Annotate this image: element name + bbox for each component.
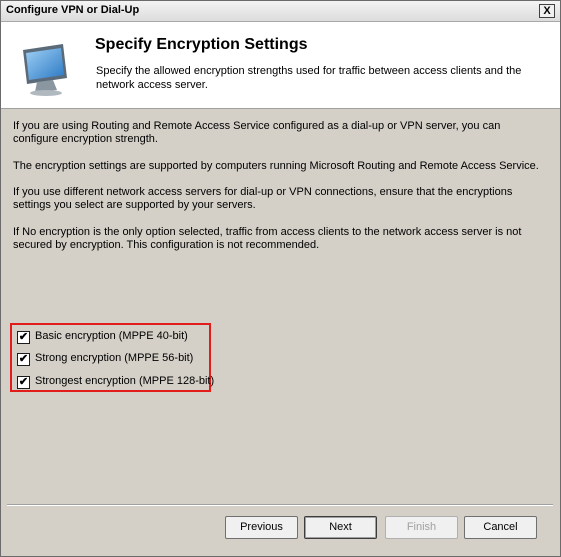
strongest-encryption-label: Strongest encryption (MPPE 128-bit): [35, 375, 215, 387]
info-paragraph-4: If No encryption is the only option sele…: [13, 226, 522, 251]
window-title: Configure VPN or Dial-Up: [6, 4, 140, 16]
checkbox-check-icon[interactable]: ✔: [17, 353, 30, 366]
page-title: Specify Encryption Settings: [95, 36, 308, 53]
info-paragraph-2: The encryption settings are supported by…: [13, 160, 539, 172]
info-paragraph-1: If you are using Routing and Remote Acce…: [13, 120, 501, 145]
next-button[interactable]: Next: [304, 516, 377, 539]
strong-encryption-label: Strong encryption (MPPE 56-bit): [35, 352, 194, 364]
wizard-header: Specify Encryption Settings Specify the …: [1, 22, 560, 109]
button-divider: [7, 504, 553, 506]
previous-button[interactable]: Previous: [225, 516, 298, 539]
title-bar[interactable]: Configure VPN or Dial-Up X: [1, 1, 560, 22]
page-description: Specify the allowed encryption strengths…: [96, 65, 522, 91]
configure-vpn-dialog: Configure VPN or Dial-Up X Specify Encry…: [0, 0, 561, 557]
checkbox-check-icon[interactable]: ✔: [17, 376, 30, 389]
info-paragraph-3: If you use different network access serv…: [13, 186, 513, 211]
checkbox-check-icon[interactable]: ✔: [17, 331, 30, 344]
basic-encryption-label: Basic encryption (MPPE 40-bit): [35, 330, 188, 342]
cancel-button[interactable]: Cancel: [464, 516, 537, 539]
finish-button: Finish: [385, 516, 458, 539]
monitor-icon: [23, 44, 67, 96]
wizard-body: If you are using Routing and Remote Acce…: [1, 109, 560, 504]
close-button[interactable]: X: [539, 4, 555, 18]
